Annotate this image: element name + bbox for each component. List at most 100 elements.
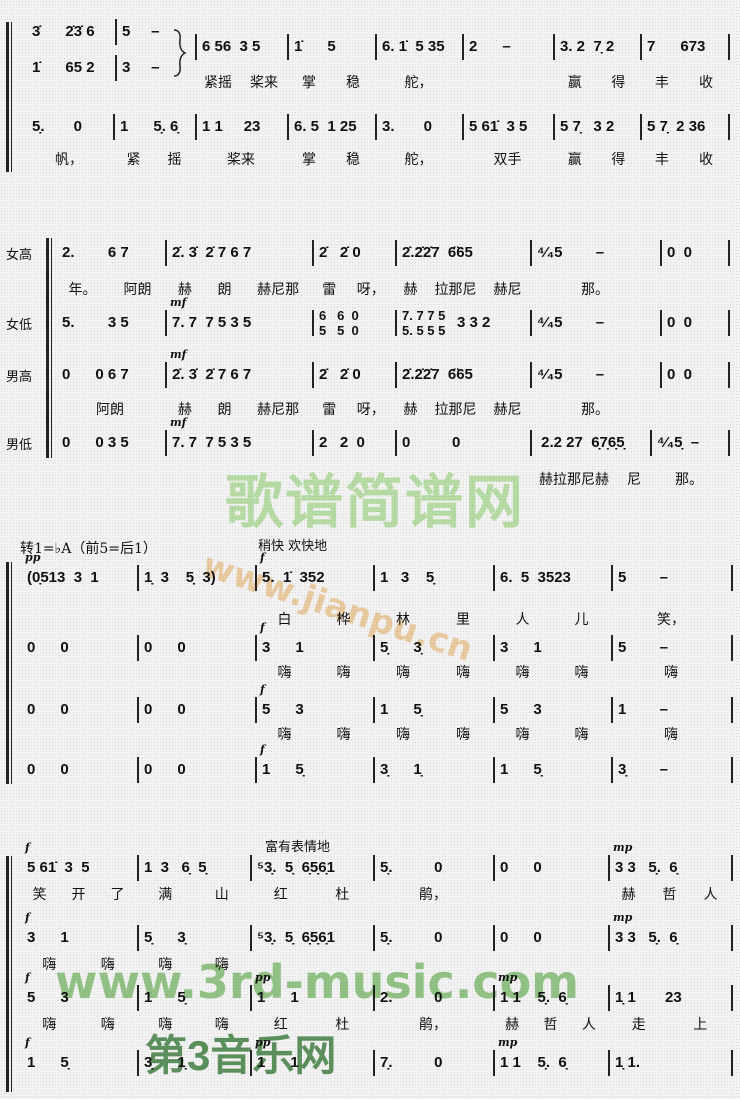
barline	[395, 362, 397, 388]
barline	[493, 565, 495, 591]
lyric-cell: 嗨	[611, 664, 731, 682]
measure-notes: 2. 0	[380, 989, 443, 1006]
barline	[530, 362, 532, 388]
measure-notes: ⁴⁄₄5̣ –	[657, 434, 700, 451]
measure-notes: 0 0	[500, 929, 542, 946]
lyric-syllable: 雷	[322, 282, 337, 298]
lyric-syllable: 收	[699, 152, 713, 168]
barline	[373, 565, 375, 591]
measure-notes: 1 1	[257, 989, 299, 1006]
measure-notes: 2 2 0	[319, 434, 365, 451]
lyric-syllable: 赫	[621, 887, 636, 903]
measure-notes: 1̇ 65 2	[32, 59, 95, 76]
lyric-syllable: 嗨	[456, 665, 470, 681]
measure-notes: 1 5̣	[27, 1054, 69, 1071]
measure-notes: 1 3 5̣	[380, 569, 435, 586]
lyric-syllable: 嗨	[277, 727, 292, 743]
lyric-syllable: 嗨	[336, 727, 351, 743]
barline	[650, 430, 652, 456]
lyric-cell: 赫哲人	[493, 1016, 608, 1034]
voice-label: 男低	[6, 438, 33, 453]
lyric-syllable: 赫	[177, 402, 192, 418]
measure-notes: (0̣513 3 1	[27, 569, 99, 586]
lyric-syllable: 嗨	[515, 665, 530, 681]
measure-notes: 0 0 3 5	[62, 434, 129, 451]
system-bracket	[6, 22, 12, 172]
barline	[113, 114, 115, 140]
barline	[115, 19, 117, 45]
dynamic-marking: pp	[255, 1036, 271, 1049]
measure-notes: 5 7̣ 3 2	[560, 118, 615, 135]
lyric-cell	[137, 611, 255, 629]
lyric-cell	[493, 956, 608, 974]
measure-notes: 1̣ 3 5̣ 3)	[144, 569, 216, 586]
lyric-syllable: 赫	[177, 282, 192, 298]
lyric-cell: 红杜	[250, 886, 373, 904]
barline	[731, 925, 733, 951]
barline	[731, 1050, 733, 1076]
measure-notes: 1 1	[257, 1054, 299, 1071]
lyric-syllable: 丰	[655, 75, 669, 91]
lyric-cell: 阿朗	[55, 401, 165, 419]
barline	[493, 635, 495, 661]
measure-notes: 0 0	[144, 761, 186, 778]
lyric-syllable: 呀，	[356, 282, 385, 298]
lyric-cell	[312, 471, 395, 489]
lyric-syllable: 那。	[581, 282, 609, 298]
lyric-cell: 掌稳	[287, 74, 375, 92]
lyric-cell: 赫 朗 赫尼那	[165, 281, 312, 299]
lyric-cell: 那。	[530, 281, 660, 299]
lyric-cell: 赢得	[553, 74, 640, 92]
lyric-cell: 人儿	[493, 611, 611, 629]
lyric-syllable: 赫	[403, 282, 418, 298]
lyric-cell	[395, 471, 530, 489]
lyric-syllable: 鹃，	[419, 887, 447, 903]
lyric-syllable: 开	[71, 887, 86, 903]
barline	[608, 985, 610, 1011]
lyric-syllable: 阿朗	[96, 402, 124, 418]
measure-notes: 2. 6 7	[62, 244, 129, 261]
barline	[728, 240, 730, 266]
measure-notes: 1 1 5̣. 6̣	[500, 989, 567, 1006]
barline	[373, 925, 375, 951]
measure-notes: 7̣. 0	[380, 1054, 443, 1071]
barline	[195, 114, 197, 140]
lyric-syllable: 朗	[217, 402, 232, 418]
lyric-syllable: 赫	[505, 1017, 520, 1033]
measure-notes: 5 61̇ 3 5	[27, 859, 90, 876]
lyric-cell: 嗨嗨	[255, 664, 373, 682]
measure-notes: 0 0	[144, 701, 186, 718]
barline	[137, 925, 139, 951]
measure-notes: ⁵3̣. 5̣ 6̣5̣6̣1	[257, 859, 335, 876]
lyric-syllable: 嗨	[214, 1017, 229, 1033]
measure-notes: 1 –	[618, 701, 669, 718]
lyric-cell	[55, 471, 165, 489]
measure-notes: 3̣ 1̣	[144, 1054, 186, 1071]
measure-notes: 1 5̣. 6̣	[120, 118, 179, 135]
stacked-notes: 5. 5 5 5	[402, 323, 446, 338]
measure-notes: 3 –	[122, 59, 160, 76]
lyric-syllable: 嗨	[396, 727, 410, 743]
barline	[728, 114, 730, 140]
measure-notes: 0 0	[667, 244, 693, 261]
measure-notes: 1 5̣	[144, 989, 186, 1006]
barline	[137, 757, 139, 783]
lyric-cell	[137, 664, 255, 682]
lyric-cell	[373, 956, 493, 974]
barline	[195, 34, 197, 60]
measure-notes: 5 –	[618, 639, 669, 656]
lyric-cell: 笑开了	[20, 886, 137, 904]
lyric-syllable: 嗨	[515, 727, 530, 743]
barline	[250, 925, 252, 951]
lyric-cell: 双手	[462, 151, 553, 169]
voice-label: 男高	[6, 370, 33, 385]
voice-label: 女高	[6, 248, 33, 263]
lyric-syllable: 嗨	[336, 665, 351, 681]
measure-notes: 2̇. 3̇ 2̇ 7 6 7	[172, 366, 252, 383]
dynamic-marking: mp	[613, 841, 633, 854]
key-change-marking: 转1=♭A（前5=后1）	[20, 541, 157, 557]
lyric-syllable: 收	[699, 75, 713, 91]
voice-label: 女低	[6, 318, 33, 333]
barline	[255, 635, 257, 661]
barline	[255, 697, 257, 723]
